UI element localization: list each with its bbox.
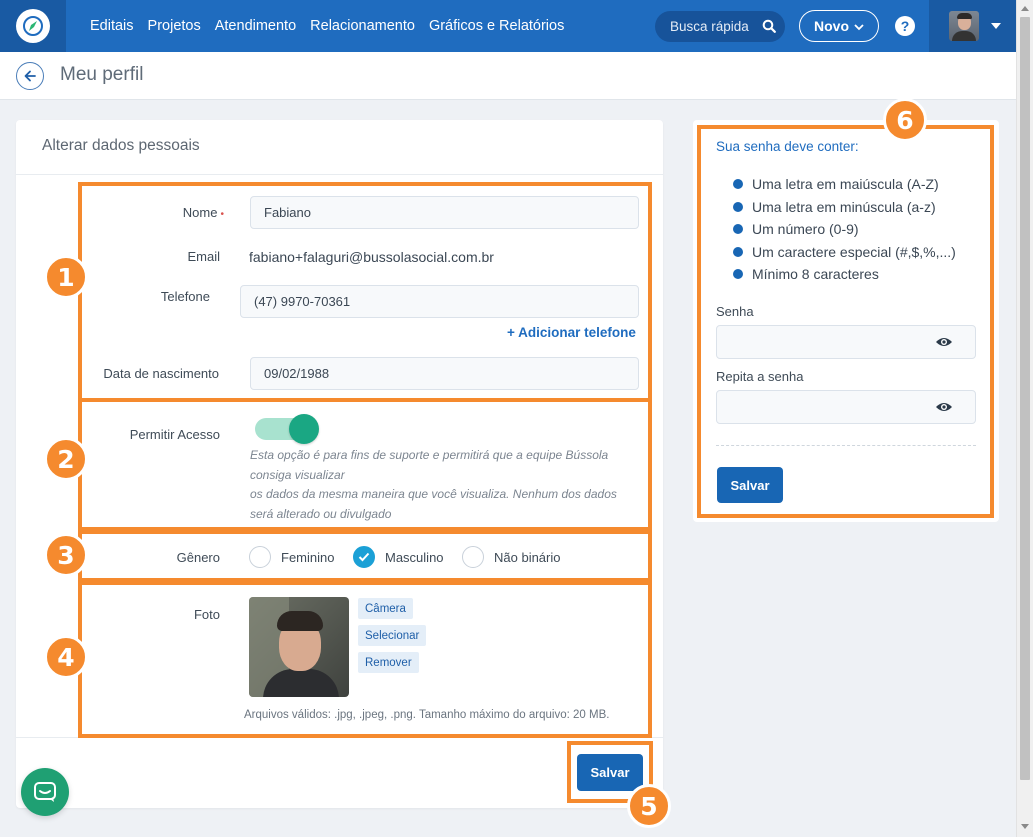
compass-logo-icon bbox=[16, 9, 50, 43]
scroll-thumb[interactable] bbox=[1020, 17, 1030, 780]
annotation-frame-2 bbox=[78, 398, 652, 531]
card-title: Alterar dados pessoais bbox=[42, 137, 200, 154]
search-icon bbox=[762, 19, 776, 36]
page-title: Meu perfil bbox=[60, 64, 144, 85]
scroll-down-arrow-icon[interactable] bbox=[1021, 824, 1029, 829]
page-header: Meu perfil bbox=[0, 52, 1016, 100]
annotation-frame-6 bbox=[697, 125, 994, 518]
annotation-badge-4: 4 bbox=[44, 635, 88, 679]
main-nav: Editais Projetos Atendimento Relacioname… bbox=[90, 0, 564, 52]
chat-widget-button[interactable] bbox=[21, 768, 69, 816]
user-menu[interactable] bbox=[929, 0, 1016, 52]
page-scrollbar[interactable] bbox=[1016, 0, 1033, 837]
caret-down-icon bbox=[991, 23, 1001, 29]
quick-search-placeholder: Busca rápida bbox=[670, 19, 749, 34]
app-logo[interactable] bbox=[0, 0, 66, 52]
top-navbar: Editais Projetos Atendimento Relacioname… bbox=[0, 0, 1016, 52]
annotation-badge-6: 6 bbox=[883, 98, 927, 142]
help-icon[interactable]: ? bbox=[895, 16, 915, 36]
annotation-badge-3: 3 bbox=[44, 533, 88, 577]
annotation-badge-5: 5 bbox=[627, 784, 671, 828]
back-button[interactable] bbox=[16, 62, 44, 90]
annotation-frame-4 bbox=[78, 581, 652, 738]
annotation-badge-1: 1 bbox=[44, 255, 88, 299]
annotation-frame-1 bbox=[78, 182, 652, 402]
divider bbox=[16, 174, 663, 175]
annotation-badge-2: 2 bbox=[44, 437, 88, 481]
nav-item-graficos-relatorios[interactable]: Gráficos e Relatórios bbox=[429, 18, 564, 34]
scroll-up-arrow-icon[interactable] bbox=[1021, 6, 1029, 11]
avatar bbox=[949, 11, 979, 41]
nav-item-atendimento[interactable]: Atendimento bbox=[215, 18, 296, 34]
chevron-down-icon bbox=[854, 18, 864, 34]
quick-search-input[interactable]: Busca rápida bbox=[655, 11, 785, 42]
nav-item-relacionamento[interactable]: Relacionamento bbox=[310, 18, 415, 34]
nav-item-editais[interactable]: Editais bbox=[90, 18, 134, 34]
annotation-frame-3 bbox=[78, 530, 652, 582]
arrow-left-icon bbox=[24, 70, 36, 82]
chat-icon bbox=[34, 782, 56, 802]
new-button-label: Novo bbox=[814, 18, 849, 34]
nav-item-projetos[interactable]: Projetos bbox=[148, 18, 201, 34]
new-button[interactable]: Novo bbox=[799, 10, 879, 42]
